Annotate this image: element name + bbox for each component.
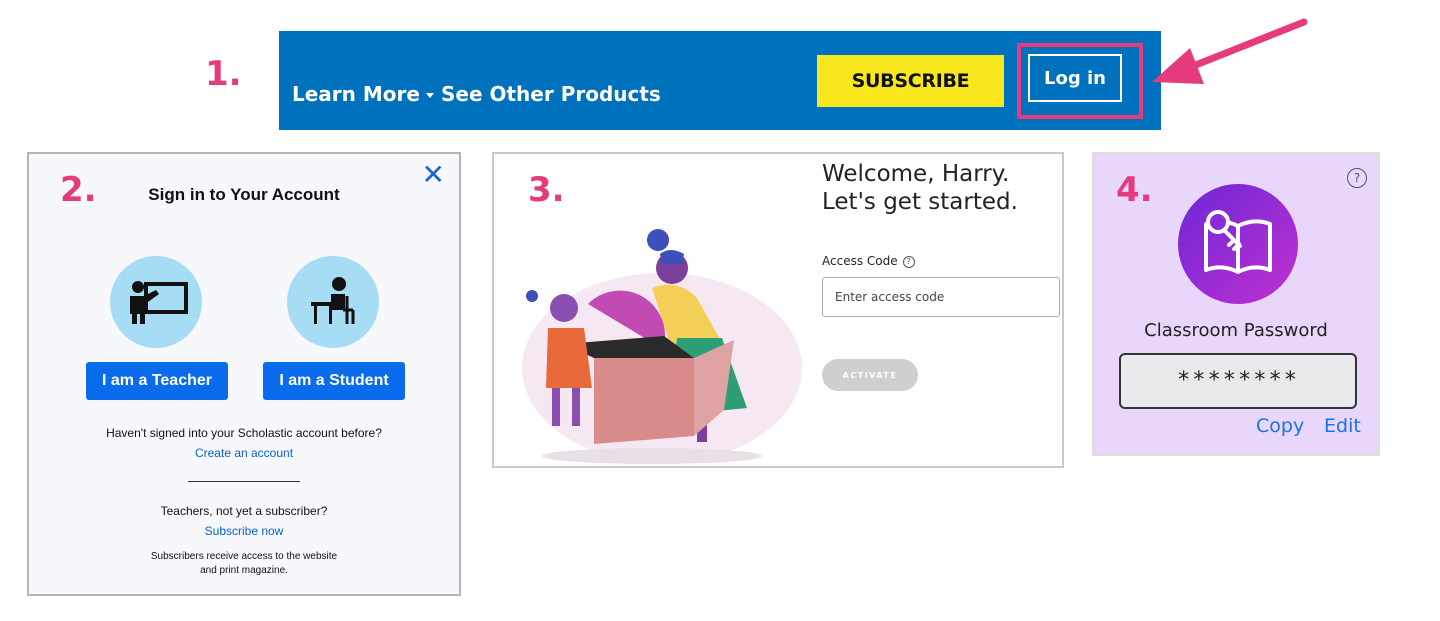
caret-down-icon: [425, 93, 434, 98]
welcome-panel: 3. Welcome, Harry. Let's get started. Ac…: [492, 152, 1064, 468]
step-number-4: 4.: [1116, 170, 1153, 210]
pointer-arrow-icon: [1152, 18, 1308, 84]
subscribers-note-line2: and print magazine.: [200, 565, 288, 576]
divider: [188, 481, 300, 482]
login-highlight-box: Log in: [1017, 43, 1143, 119]
help-icon[interactable]: ?: [902, 255, 915, 268]
subscribers-note-line1: Subscribers receive access to the websit…: [150, 551, 338, 562]
welcome-title: Welcome, Harry. Let's get started.: [822, 160, 1018, 216]
learn-more-label: Learn More: [292, 82, 420, 106]
book-key-icon: [1178, 184, 1298, 304]
step-number-3: 3.: [528, 170, 565, 210]
teacher-button[interactable]: I am a Teacher: [86, 362, 228, 400]
step-number-1: 1.: [205, 54, 242, 94]
welcome-title-line1: Welcome, Harry.: [822, 161, 1010, 187]
classroom-password-panel: 4. ? Classroom Password ******** Copy Ed…: [1092, 152, 1380, 456]
subscribe-button[interactable]: SUBSCRIBE: [817, 55, 1004, 107]
access-code-label: Access Code?: [822, 254, 915, 268]
see-other-products-link[interactable]: See Other Products: [441, 82, 661, 106]
password-field: ********: [1119, 353, 1357, 409]
not-signed-in-text: Haven't signed into your Scholastic acco…: [106, 426, 382, 440]
edit-link[interactable]: Edit: [1324, 415, 1361, 437]
step-number-2: 2.: [60, 170, 97, 210]
welcome-title-line2: Let's get started.: [822, 189, 1018, 215]
teacher-avatar: [110, 256, 202, 348]
classroom-password-label: Classroom Password: [1144, 320, 1328, 341]
login-button[interactable]: Log in: [1028, 54, 1122, 102]
student-avatar: [287, 256, 379, 348]
teacher-icon: [130, 281, 188, 324]
learn-more-menu[interactable]: Learn More: [292, 82, 434, 106]
activate-button[interactable]: ACTIVATE: [822, 359, 918, 391]
student-button[interactable]: I am a Student: [263, 362, 405, 400]
welcome-illustration: [522, 229, 802, 464]
create-account-link[interactable]: Create an account: [29, 446, 459, 460]
book-key-glyph: [1204, 210, 1272, 274]
sign-in-panel: ✕ Sign in to Your Account I am a Teacher…: [27, 152, 461, 596]
subscribe-now-link[interactable]: Subscribe now: [29, 524, 459, 538]
copy-link[interactable]: Copy: [1256, 415, 1304, 437]
not-subscriber-text: Teachers, not yet a subscriber?: [160, 504, 328, 518]
help-icon[interactable]: ?: [1347, 168, 1367, 188]
top-nav-bar: Learn More See Other Products SUBSCRIBE …: [279, 31, 1161, 130]
access-code-input[interactable]: [822, 277, 1060, 317]
access-code-label-text: Access Code: [822, 254, 898, 268]
student-icon: [311, 277, 355, 324]
